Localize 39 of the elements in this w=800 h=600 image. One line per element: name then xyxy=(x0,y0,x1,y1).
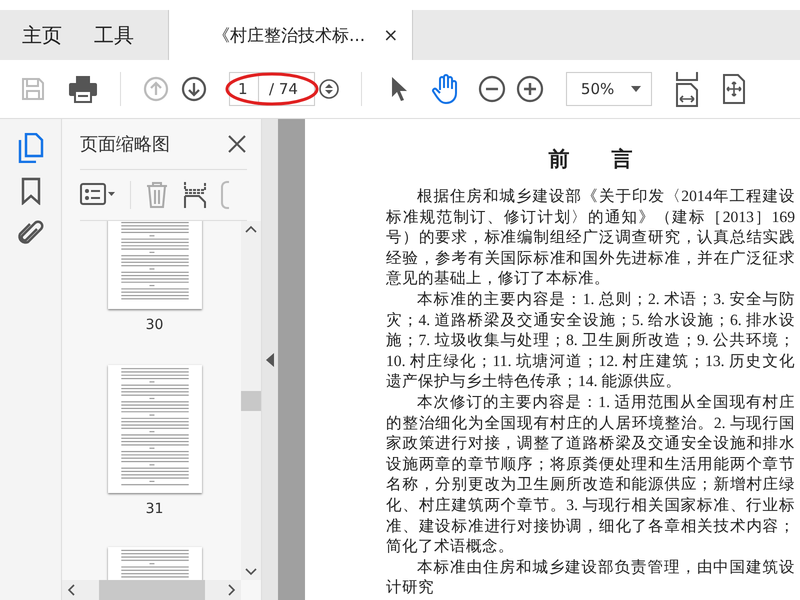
zoom-dropdown[interactable]: 50% xyxy=(566,72,652,106)
panel-title: 页面缩略图 xyxy=(80,133,170,156)
close-icon[interactable] xyxy=(227,134,248,154)
down-arrow-circle-icon[interactable] xyxy=(181,76,207,102)
body-paragraph: 本标准的主要内容是：1. 总则；2. 术语；3. 安全与防灾；4. 道路桥梁及交通安全设施；5. 给水设施；6. 排水设施；7. 垃圾收集与处理；8. 卫生厕所改造；9. 公共环境；10. 村庄绿化；11. 坑塘河道；12. 村庄建筑；13. 历史文化遗产保护与乡土特色传承；14. 能源供应。 xyxy=(386,290,795,392)
print-icon[interactable] xyxy=(68,75,98,103)
body-paragraph: 本次修订的主要内容是：1. 适用范围从全国现有村庄的整治细化为全国现有村庄的人居环境整治。2. 与现行国家政策进行对接，调整了道路桥梁及交通安全设施和排水设施两章的章节顺序；将原粪便处理和生活用能两个章节名称，分别更改为卫生厕所改造和能源供应；新增村庄绿化、村庄建筑两个章节。3. 与现行相关国家标准、行业标准、建设标准进行对接协调，细化了各章相关技术内容；简化了术语概念。 xyxy=(386,392,795,558)
fit-page-icon[interactable] xyxy=(722,74,746,104)
collapse-panel-icon[interactable] xyxy=(266,352,274,366)
page-spinner-icon[interactable] xyxy=(318,79,339,99)
caret-icon xyxy=(630,86,641,92)
scrollbar-thumb[interactable] xyxy=(241,390,262,410)
nav-tab[interactable]: 主页 xyxy=(0,10,78,60)
zoom-in-icon[interactable] xyxy=(516,75,544,103)
page-number-label: 31 xyxy=(146,501,164,517)
scroll-down-icon[interactable] xyxy=(245,568,258,576)
bookmark-icon[interactable] xyxy=(20,177,40,205)
page-thumbnail[interactable] xyxy=(108,221,202,309)
pages-icon[interactable] xyxy=(18,133,44,163)
page-count: / 74 xyxy=(259,72,315,106)
body-paragraph: 本标准由住房和城乡建设部负责管理，由中国建筑设计研究 xyxy=(386,558,795,598)
close-tab-button[interactable]: × xyxy=(383,25,398,46)
scroll-up-icon[interactable] xyxy=(245,225,258,233)
pointer-arrow-icon[interactable] xyxy=(390,76,408,102)
zoom-out-icon[interactable] xyxy=(478,75,506,103)
page-thumbnail[interactable] xyxy=(108,547,202,580)
nav-tab[interactable]: 工具 xyxy=(78,10,150,60)
horizontal-scrollbar[interactable] xyxy=(62,580,242,600)
body-paragraph: 根据住房和城乡建设部《关于印发〈2014年工程建设标准规范制订、修订计划〉的通知》（建标［2013］169号）的要求，标准编制组经广泛调查研究，认真总结实践经验，参考有关国际标准和国外先进标准，并在广泛征求意见的基础上，修订了本标准。 xyxy=(386,187,795,290)
page-thumbnail[interactable] xyxy=(108,365,202,493)
document-tab[interactable]: 《村庄整治技术标... × xyxy=(168,10,414,61)
paperclip-icon[interactable] xyxy=(16,219,44,247)
hand-icon[interactable] xyxy=(432,74,460,104)
options-menu-icon[interactable] xyxy=(80,183,116,207)
page-number-label: 30 xyxy=(146,317,164,333)
page-heading: 前 言 xyxy=(548,146,634,173)
tab-title: 《村庄整治技术标... xyxy=(213,25,366,47)
insert-page-icon[interactable] xyxy=(183,181,207,209)
fit-width-icon[interactable] xyxy=(674,71,700,107)
